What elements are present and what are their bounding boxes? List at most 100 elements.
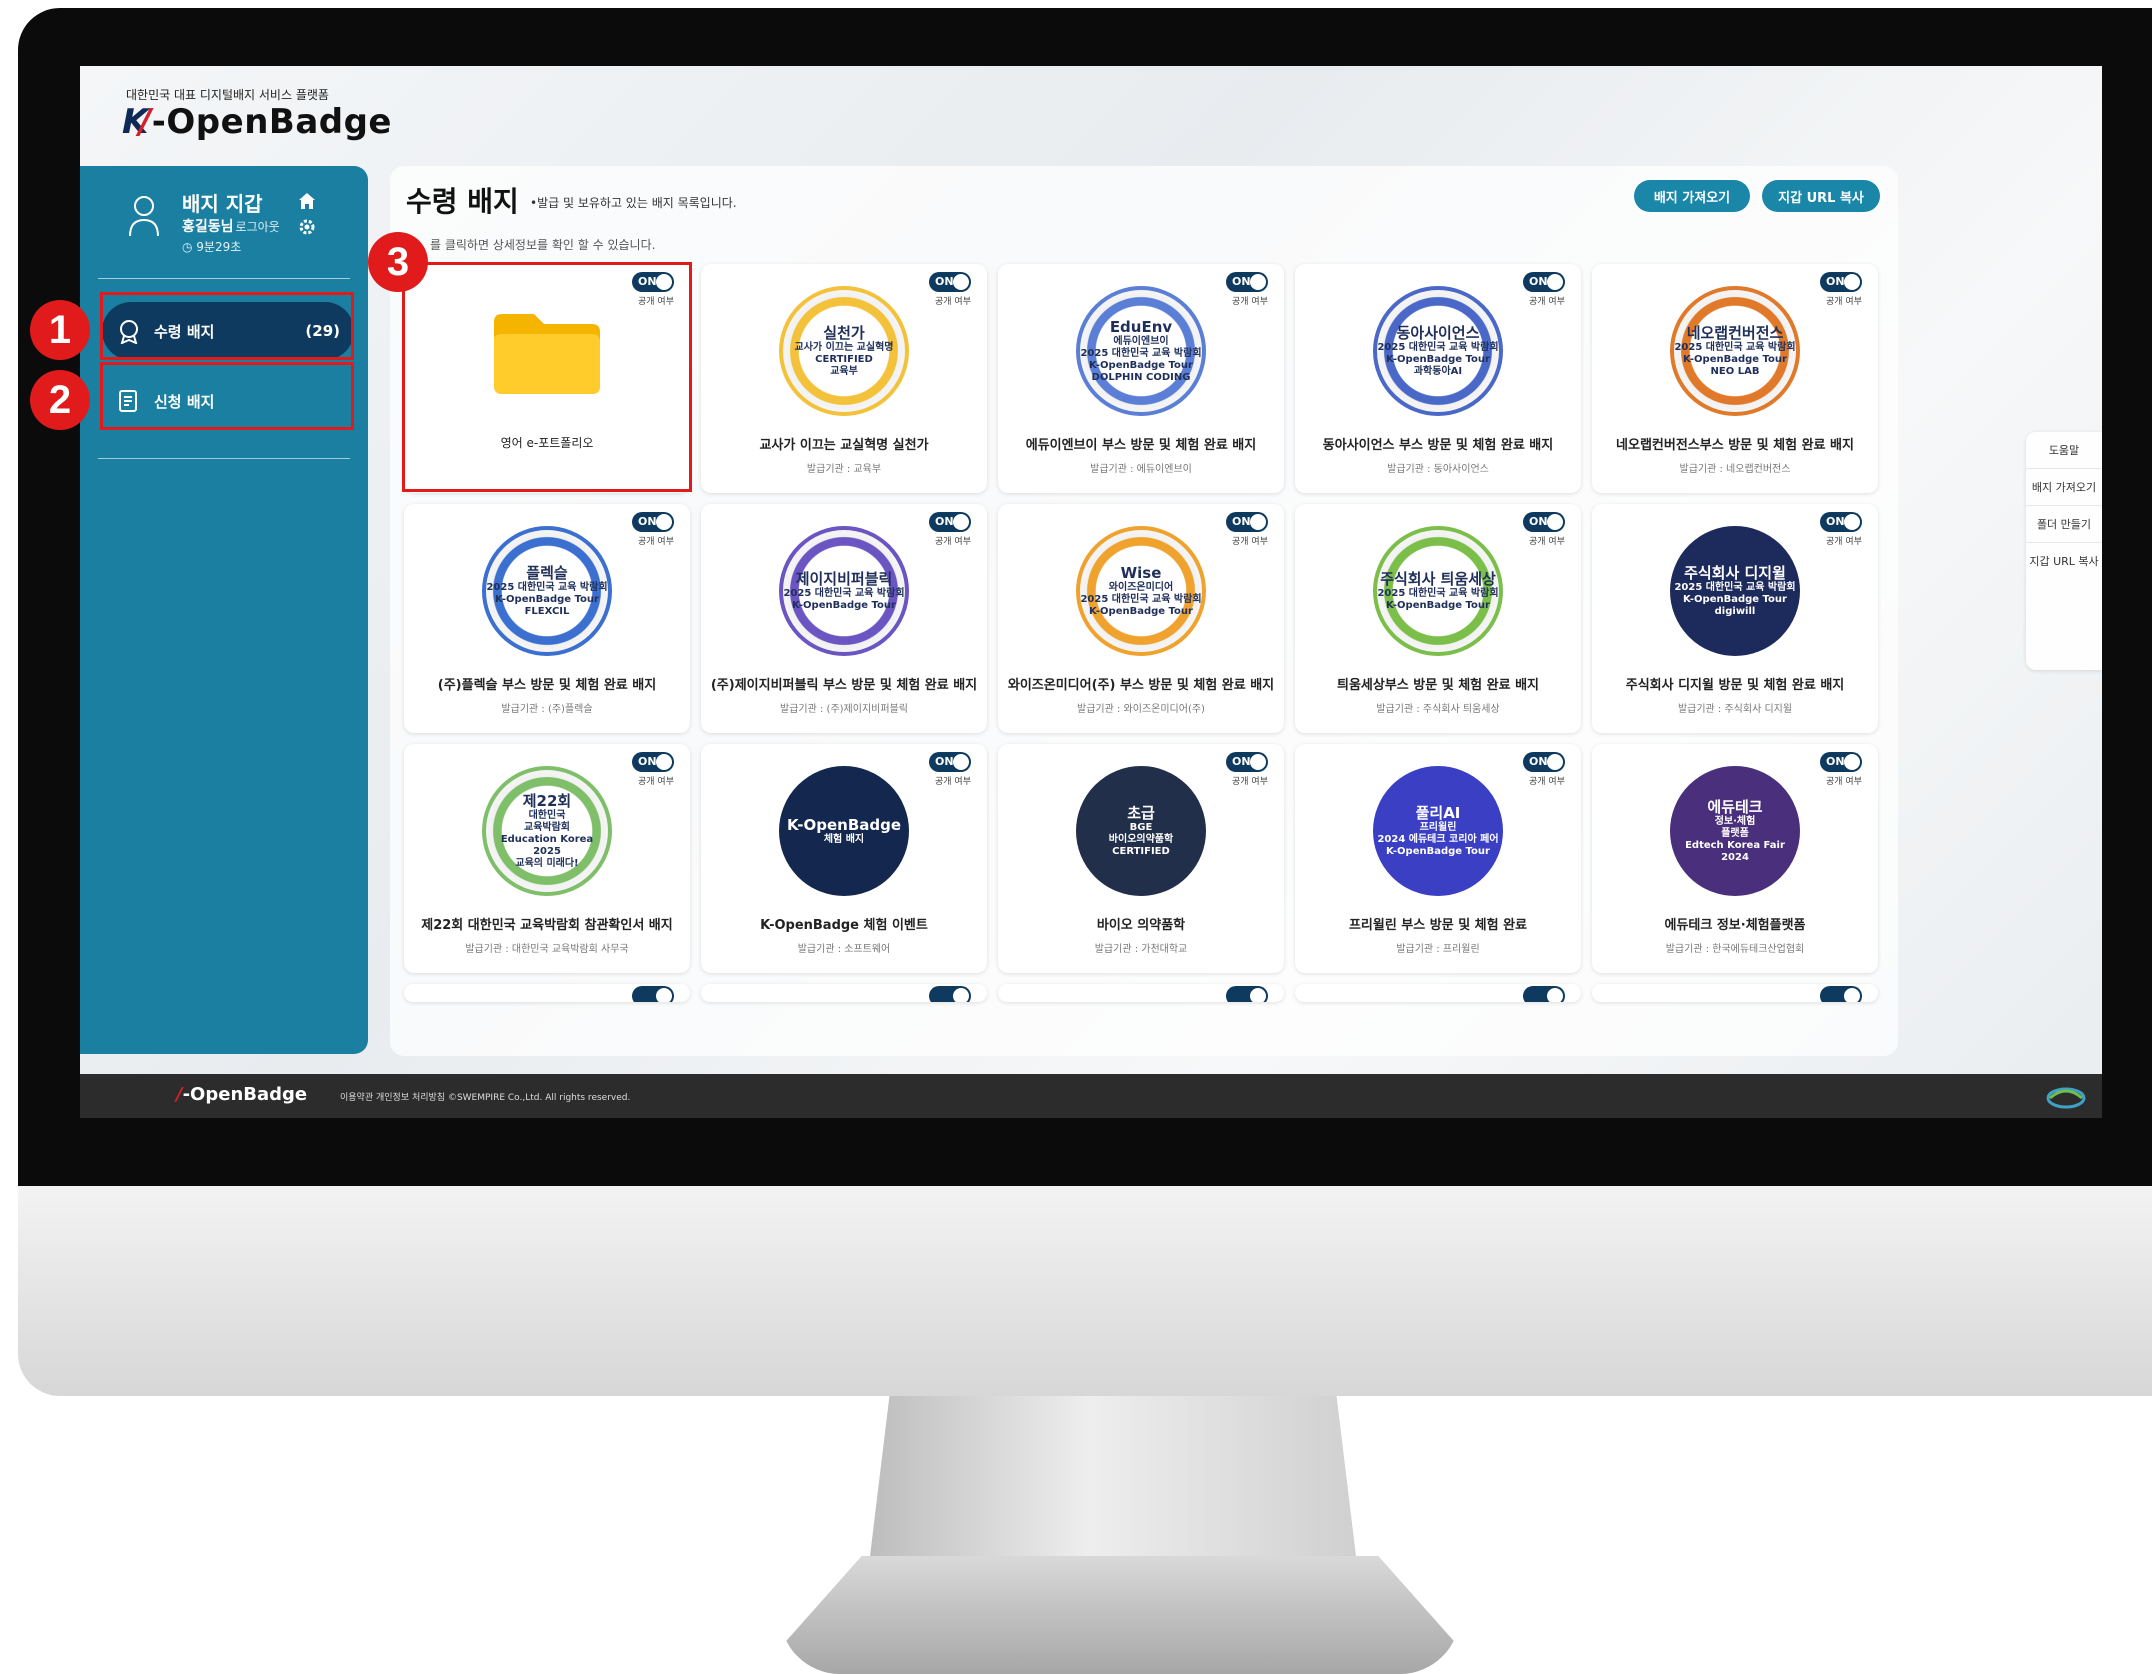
- visibility-toggle[interactable]: ON: [632, 512, 674, 532]
- badge-issuer: 발급기관 : 소프트웨어: [797, 944, 891, 955]
- footer-links[interactable]: 이용약관 개인정보 처리방침 ©SWEMPIRE Co.,Ltd. All ri…: [340, 1090, 630, 1103]
- visibility-toggle[interactable]: ON: [1820, 512, 1862, 532]
- help-create-folder-link[interactable]: 폴더 만들기: [2026, 506, 2102, 543]
- badge-image-text: EduEnv: [1109, 318, 1173, 336]
- badge-issuer: 발급기관 : (주)플렉슬: [501, 704, 593, 715]
- help-import-link[interactable]: 배지 가져오기: [2026, 469, 2102, 506]
- visibility-toggle[interactable]: ON: [1523, 512, 1565, 532]
- badge-card[interactable]: [701, 984, 987, 1002]
- visibility-toggle[interactable]: [1523, 986, 1565, 1002]
- visibility-toggle[interactable]: ON: [929, 752, 971, 772]
- badge-image: EduEnv 에듀이엔브이 2025 대한민국 교육 박람회 K-OpenBadge …: [1076, 286, 1206, 416]
- badge-image-text: K-OpenBadge Tour: [495, 594, 599, 605]
- badge-image: 풀리AI 프리윌린 2024 에듀테크 코리아 페어 K-OpenBadge Tour: [1373, 766, 1503, 896]
- visibility-toggle[interactable]: ON: [1226, 752, 1268, 772]
- badge-card[interactable]: ON 공개 여부 초급 BGE 바이오의약품학 CERTIFIED 바이오 의약품학 발급기관…: [998, 744, 1284, 973]
- badge-image: 초급 BGE 바이오의약품학 CERTIFIED: [1076, 766, 1206, 896]
- visibility-toggle-label: 공개 여부: [935, 537, 971, 547]
- import-badge-button[interactable]: 배지 가져오기: [1634, 180, 1750, 212]
- visibility-toggle-label: 공개 여부: [1232, 537, 1268, 547]
- badge-image-text: 와이즈온미디어: [1108, 582, 1174, 593]
- badge-image: 주식회사 디지윌 2025 대한민국 교육 박람회 K-OpenBadge Tour…: [1670, 526, 1800, 656]
- badge-card[interactable]: ON 공개 여부 동아사이언스 2025 대한민국 교육 박람회 K-OpenBadge…: [1295, 264, 1581, 493]
- badge-card[interactable]: ON 공개 여부 제이지비퍼블릭 2025 대한민국 교육 박람회 K-OpenBadg…: [701, 504, 987, 733]
- badge-image-text: 2025 대한민국 교육 박람회: [1377, 588, 1499, 599]
- callout-number-2: 2: [30, 370, 90, 430]
- badge-card[interactable]: [1592, 984, 1878, 1002]
- badge-card[interactable]: ON 공개 여부 K-OpenBadge 체험 배지 K-OpenBadge 체험 이벤…: [701, 744, 987, 973]
- emblem-icon: [2046, 1087, 2086, 1109]
- badge-card[interactable]: ON 공개 여부 EduEnv 에듀이엔브이 2025 대한민국 교육 박람회 K-Ope…: [998, 264, 1284, 493]
- visibility-toggle[interactable]: [929, 986, 971, 1002]
- copy-wallet-url-button[interactable]: 지갑 URL 복사: [1762, 180, 1880, 212]
- home-icon[interactable]: [298, 192, 316, 210]
- badge-image-text: 동아사이언스: [1396, 324, 1480, 342]
- badge-card[interactable]: ON 공개 여부 플렉슬 2025 대한민국 교육 박람회 K-OpenBadge To…: [404, 504, 690, 733]
- badge-image-text: 제22회: [522, 792, 572, 810]
- badge-card[interactable]: ON 공개 여부 실천가 교사가 이끄는 교실혁명 CERTIFIED 교육부 교사가 이끄…: [701, 264, 987, 493]
- visibility-toggle[interactable]: ON: [1523, 272, 1565, 292]
- visibility-toggle[interactable]: ON: [929, 512, 971, 532]
- visibility-toggle-label: 공개 여부: [638, 537, 674, 547]
- badge-issuer: 발급기관 : 와이즈온미디어(주): [1077, 704, 1205, 715]
- callout-number-3: 3: [368, 232, 428, 292]
- badge-image-text: digiwill: [1714, 606, 1756, 617]
- visibility-toggle[interactable]: [632, 986, 674, 1002]
- badge-card[interactable]: ON 공개 여부 Wise 와이즈온미디어 2025 대한민국 교육 박람회 K-Open…: [998, 504, 1284, 733]
- footer-logo: /-OpenBadge: [176, 1084, 308, 1105]
- badge-card[interactable]: ON 공개 여부 주식회사 디지윌 2025 대한민국 교육 박람회 K-OpenBad…: [1592, 504, 1878, 733]
- badge-image: 주식회사 틔움세상 2025 대한민국 교육 박람회 K-OpenBadge Tou…: [1373, 526, 1503, 656]
- badge-image-text: 2025 대한민국 교육 박람회: [1674, 342, 1796, 353]
- badge-image-text: Education Korea 2025: [500, 834, 594, 857]
- user-icon: [129, 196, 159, 237]
- badge-title: 주식회사 디지윌 방문 및 체험 완료 배지: [1625, 678, 1845, 693]
- logout-link[interactable]: 로그아웃: [236, 220, 280, 234]
- badge-card[interactable]: [404, 984, 690, 1002]
- badge-title: 와이즈온미디어(주) 부스 방문 및 체험 완료 배지: [1007, 678, 1275, 693]
- page-hint: 를 클릭하면 상세정보를 확인 할 수 있습니다.: [430, 238, 656, 252]
- badge-image-text: K-OpenBadge Tour: [1089, 606, 1193, 617]
- badge-image-text: K-OpenBadge Tour: [1386, 354, 1490, 365]
- visibility-toggle[interactable]: [1820, 986, 1862, 1002]
- badge-card[interactable]: ON 공개 여부 네오랩컨버전스 2025 대한민국 교육 박람회 K-OpenBadg…: [1592, 264, 1878, 493]
- badge-title: 제22회 대한민국 교육박람회 참관확인서 배지: [421, 918, 673, 933]
- badge-card[interactable]: ON 공개 여부 제22회 대한민국 교육박람회 Education Korea 2025…: [404, 744, 690, 973]
- badge-image-text: BGE: [1129, 822, 1153, 833]
- badge-image-text: CERTIFIED: [815, 354, 873, 365]
- callout-box-1: [100, 292, 354, 360]
- visibility-toggle[interactable]: ON: [1226, 512, 1268, 532]
- gear-icon[interactable]: [298, 218, 316, 236]
- badge-issuer: 발급기관 : 한국에듀테크산업협회: [1665, 944, 1805, 955]
- user-name: 홍길동님 로그아웃: [182, 219, 280, 235]
- badge-image-text: K-OpenBadge Tour: [1386, 846, 1490, 857]
- badge-image: 동아사이언스 2025 대한민국 교육 박람회 K-OpenBadge Tour 과학…: [1373, 286, 1503, 416]
- visibility-toggle[interactable]: [1226, 986, 1268, 1002]
- visibility-toggle[interactable]: ON: [929, 272, 971, 292]
- visibility-toggle[interactable]: ON: [632, 752, 674, 772]
- badge-card[interactable]: [1295, 984, 1581, 1002]
- badge-image-text: Edtech Korea Fair 2024: [1685, 840, 1785, 863]
- badge-image-text: 교육부: [830, 366, 858, 377]
- brand-logo[interactable]: K/-OpenBadge: [122, 102, 392, 142]
- visibility-toggle[interactable]: ON: [1820, 752, 1862, 772]
- visibility-toggle[interactable]: ON: [1226, 272, 1268, 292]
- monitor-stand-neck: [870, 1396, 1356, 1556]
- screen: 대한민국 대표 디지털배지 서비스 플랫폼 K/-OpenBadge 배지 지갑…: [80, 66, 2102, 1118]
- badge-card[interactable]: ON 공개 여부 풀리AI 프리윌린 2024 에듀테크 코리아 페어 K-OpenBad…: [1295, 744, 1581, 973]
- badge-image: 실천가 교사가 이끄는 교실혁명 CERTIFIED 교육부: [779, 286, 909, 416]
- badge-card[interactable]: [998, 984, 1284, 1002]
- badge-image-text: 프리윌린: [1419, 822, 1457, 833]
- help-copy-url-link[interactable]: 지갑 URL 복사: [2026, 543, 2102, 579]
- badge-image-text: 2025 대한민국 교육 박람회: [1080, 348, 1202, 359]
- badge-issuer: 발급기관 : 주식회사 디지윌: [1677, 704, 1793, 715]
- visibility-toggle-label: 공개 여부: [638, 777, 674, 787]
- badge-image-text: 초급: [1127, 804, 1155, 822]
- badge-card[interactable]: ON 공개 여부 주식회사 틔움세상 2025 대한민국 교육 박람회 K-OpenBa…: [1295, 504, 1581, 733]
- badge-issuer: 발급기관 : 에듀이엔브이: [1090, 464, 1192, 475]
- monitor-stand-base: [780, 1556, 1460, 1674]
- visibility-toggle[interactable]: ON: [1523, 752, 1565, 772]
- badge-image-text: DOLPHIN CODING: [1091, 372, 1191, 383]
- visibility-toggle[interactable]: ON: [1820, 272, 1862, 292]
- badge-card[interactable]: ON 공개 여부 에듀테크 정보·체험 플랫폼 Edtech Korea Fair 202…: [1592, 744, 1878, 973]
- badge-title: (주)플렉슬 부스 방문 및 체험 완료 배지: [437, 678, 657, 693]
